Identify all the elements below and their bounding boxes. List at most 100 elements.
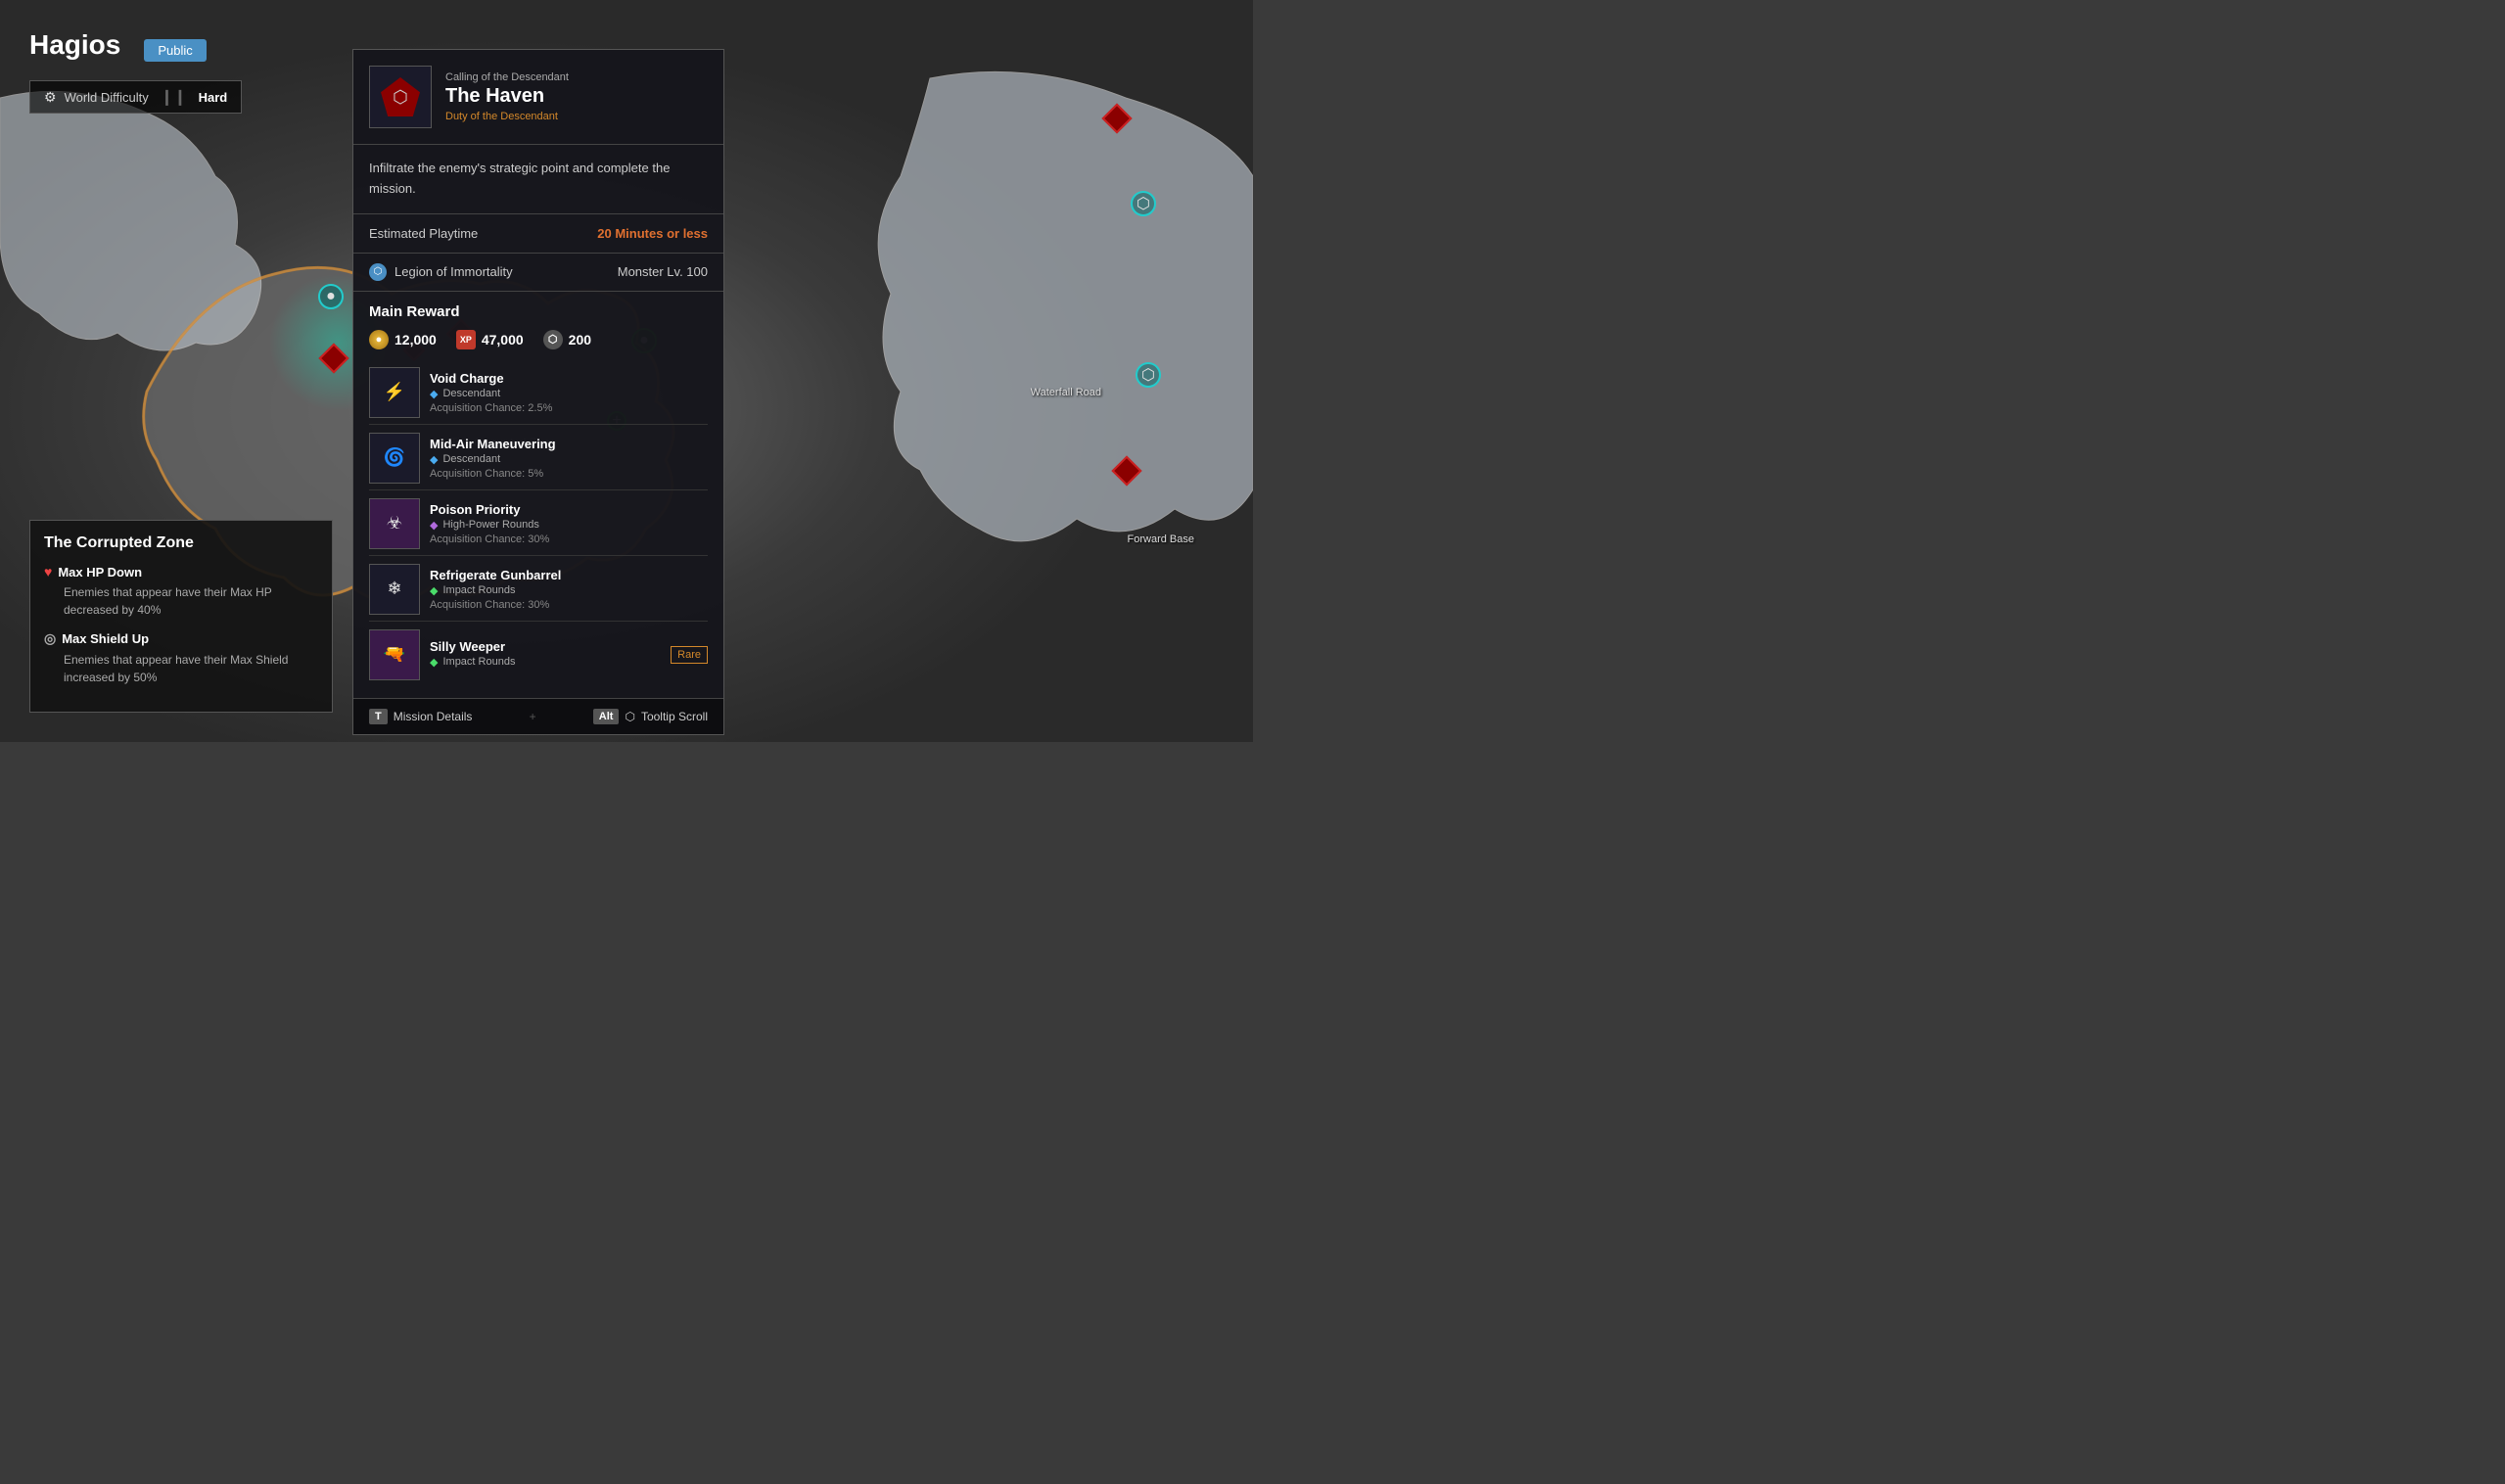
- reward-thumb-4: 🔫: [369, 629, 420, 680]
- playtime-row: Estimated Playtime 20 Minutes or less: [353, 214, 723, 254]
- reward-name-0: Void Charge: [430, 371, 708, 386]
- right-teal-marker-2: ⬡: [1136, 362, 1161, 388]
- main-reward-title: Main Reward: [369, 303, 708, 320]
- hp-down-desc: Enemies that appear have their Max HP de…: [44, 583, 318, 619]
- zone-effect-hp: ♥ Max HP Down Enemies that appear have t…: [44, 564, 318, 619]
- reward-item-2: ☣ Poison Priority ◆ High-Power Rounds Ac…: [369, 492, 708, 556]
- currency-row: ● 12,000 XP 47,000 ⬡ 200: [369, 330, 708, 349]
- reward-type-icon-3: ◆: [430, 584, 438, 597]
- mission-header: Calling of the Descendant The Haven Duty…: [353, 50, 723, 145]
- mission-popup: Calling of the Descendant The Haven Duty…: [352, 49, 724, 735]
- right-marker-1[interactable]: [1106, 108, 1128, 129]
- gold-value: 12,000: [394, 332, 437, 348]
- main-reward-section: Main Reward ● 12,000 XP 47,000 ⬡ 200 ⚡ V…: [353, 292, 723, 698]
- reward-thumb-2: ☣: [369, 498, 420, 549]
- currency-xp: XP 47,000: [456, 330, 524, 349]
- difficulty-label: World Difficulty: [65, 90, 149, 105]
- currency-gold: ● 12,000: [369, 330, 437, 349]
- reward-chance-1: Acquisition Chance: 5%: [430, 468, 708, 480]
- right-marker-4[interactable]: [1116, 460, 1137, 482]
- gold-icon: ●: [369, 330, 389, 349]
- reward-item-1: 🌀 Mid-Air Maneuvering ◆ Descendant Acqui…: [369, 427, 708, 490]
- mission-icon-inner: [381, 77, 420, 116]
- reward-info-3: Refrigerate Gunbarrel ◆ Impact Rounds Ac…: [430, 568, 708, 611]
- mission-details-label: Mission Details: [394, 710, 473, 723]
- mission-details-key: T: [369, 709, 388, 724]
- playtime-label: Estimated Playtime: [369, 226, 478, 241]
- reward-name-1: Mid-Air Maneuvering: [430, 437, 708, 451]
- reward-name-2: Poison Priority: [430, 502, 708, 517]
- red-diamond-marker-3: [318, 343, 348, 373]
- reward-type-icon-1: ◆: [430, 453, 438, 466]
- right-marker-3[interactable]: ⬡: [1136, 362, 1161, 388]
- tooltip-scroll-icon: ⬡: [625, 710, 634, 723]
- hp-down-icon: ♥: [44, 564, 52, 580]
- mission-subtitle: Duty of the Descendant: [445, 111, 708, 122]
- reward-info-2: Poison Priority ◆ High-Power Rounds Acqu…: [430, 502, 708, 545]
- reward-name-3: Refrigerate Gunbarrel: [430, 568, 708, 582]
- marker-green-2[interactable]: ●: [318, 284, 344, 309]
- reward-type-3: ◆ Impact Rounds: [430, 584, 708, 597]
- mission-title-group: Calling of the Descendant The Haven Duty…: [445, 71, 708, 122]
- reward-rarity-4: Rare: [671, 646, 708, 664]
- server-name: Hagios: [29, 29, 120, 61]
- reward-type-4: ◆ Impact Rounds: [430, 656, 661, 669]
- mission-description: Infiltrate the enemy's strategic point a…: [353, 145, 723, 214]
- reward-type-text-2: High-Power Rounds: [442, 519, 538, 531]
- reward-type-text-1: Descendant: [442, 453, 500, 465]
- faction-icon: ⬡: [369, 263, 387, 281]
- reward-info-0: Void Charge ◆ Descendant Acquisition Cha…: [430, 371, 708, 414]
- right-marker-2[interactable]: ⬡: [1131, 191, 1156, 216]
- shield-currency-icon: ⬡: [543, 330, 563, 349]
- marker-3[interactable]: [323, 348, 345, 369]
- alt-key: Alt: [593, 709, 620, 724]
- reward-type-text-4: Impact Rounds: [442, 656, 515, 668]
- playtime-value: 20 Minutes or less: [597, 226, 708, 241]
- shield-up-icon: ◎: [44, 630, 56, 647]
- hp-down-label: Max HP Down: [58, 565, 142, 580]
- reward-chance-0: Acquisition Chance: 2.5%: [430, 402, 708, 414]
- reward-type-icon-2: ◆: [430, 519, 438, 532]
- mission-details-btn[interactable]: T Mission Details: [369, 709, 472, 724]
- faction-row: ⬡ Legion of Immortality Monster Lv. 100: [353, 254, 723, 292]
- reward-info-4: Silly Weeper ◆ Impact Rounds: [430, 639, 661, 671]
- mission-category: Calling of the Descendant: [445, 71, 708, 83]
- right-red-marker: [1101, 103, 1132, 133]
- teal-circle-marker: ●: [318, 284, 344, 309]
- tooltip-scroll-btn[interactable]: Alt ⬡ Tooltip Scroll: [593, 709, 708, 724]
- reward-type-2: ◆ High-Power Rounds: [430, 519, 708, 532]
- reward-info-1: Mid-Air Maneuvering ◆ Descendant Acquisi…: [430, 437, 708, 480]
- right-teal-marker: ⬡: [1131, 191, 1156, 216]
- zone-effect-shield: ◎ Max Shield Up Enemies that appear have…: [44, 630, 318, 686]
- faction-name-group: ⬡ Legion of Immortality: [369, 263, 513, 281]
- mission-footer: T Mission Details + Alt ⬡ Tooltip Scroll: [353, 698, 723, 734]
- difficulty-icon: ⚙: [44, 89, 57, 106]
- reward-type-0: ◆ Descendant: [430, 388, 708, 400]
- zone-title: The Corrupted Zone: [44, 534, 318, 552]
- reward-item-4: 🔫 Silly Weeper ◆ Impact Rounds Rare: [369, 624, 708, 686]
- monster-level: Monster Lv. 100: [618, 264, 708, 279]
- mission-name: The Haven: [445, 85, 708, 108]
- reward-item-3: ❄ Refrigerate Gunbarrel ◆ Impact Rounds …: [369, 558, 708, 622]
- xp-value: 47,000: [482, 332, 524, 348]
- reward-type-text-3: Impact Rounds: [442, 584, 515, 596]
- footer-divider: +: [530, 710, 536, 723]
- reward-chance-2: Acquisition Chance: 30%: [430, 533, 708, 545]
- reward-thumb-0: ⚡: [369, 367, 420, 418]
- reward-list: ⚡ Void Charge ◆ Descendant Acquisition C…: [369, 361, 708, 686]
- reward-type-icon-4: ◆: [430, 656, 438, 669]
- faction-label: Legion of Immortality: [394, 264, 513, 279]
- zone-panel: The Corrupted Zone ♥ Max HP Down Enemies…: [29, 520, 333, 713]
- right-red-marker-2: [1111, 455, 1141, 486]
- tooltip-scroll-label: Tooltip Scroll: [641, 710, 708, 723]
- reward-name-4: Silly Weeper: [430, 639, 661, 654]
- reward-chance-3: Acquisition Chance: 30%: [430, 599, 708, 611]
- reward-thumb-1: 🌀: [369, 433, 420, 484]
- shield-up-desc: Enemies that appear have their Max Shiel…: [44, 651, 318, 686]
- visibility-button[interactable]: Public: [144, 39, 206, 62]
- world-difficulty-panel: ⚙ World Difficulty ❙❙ Hard: [29, 80, 242, 114]
- reward-item-0: ⚡ Void Charge ◆ Descendant Acquisition C…: [369, 361, 708, 425]
- difficulty-value: Hard: [199, 90, 228, 105]
- shield-up-label: Max Shield Up: [62, 631, 149, 646]
- reward-type-text-0: Descendant: [442, 388, 500, 399]
